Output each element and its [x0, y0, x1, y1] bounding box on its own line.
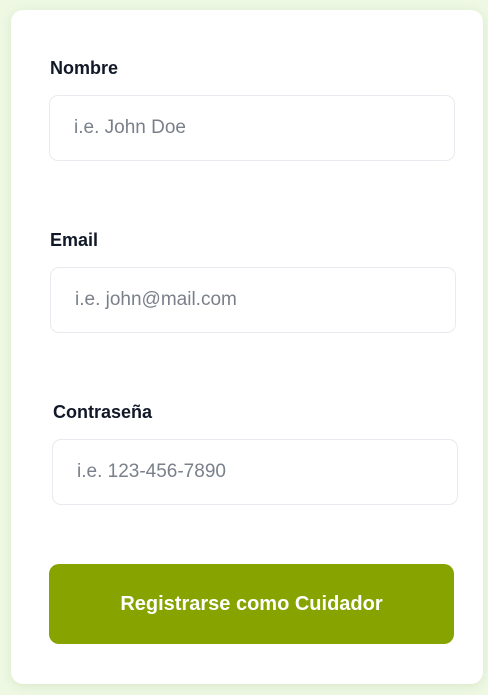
email-field[interactable] — [51, 268, 455, 332]
password-field[interactable] — [53, 440, 457, 504]
password-label: Contraseña — [53, 402, 153, 422]
password-field-container — [52, 439, 458, 505]
email-field-container — [50, 267, 456, 333]
register-caregiver-button[interactable]: Registrarse como Cuidador — [49, 564, 454, 644]
name-field[interactable] — [50, 96, 454, 160]
name-label: Nombre — [50, 58, 119, 78]
email-label: Email — [50, 230, 99, 250]
name-field-container — [49, 95, 455, 161]
